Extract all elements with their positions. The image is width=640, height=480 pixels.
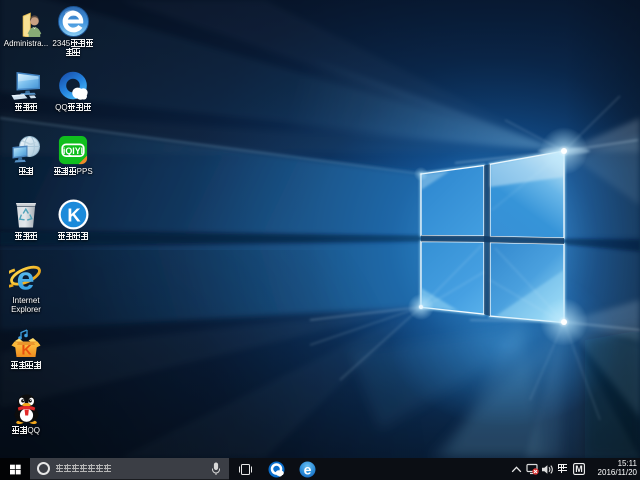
svg-text:iQIYI: iQIYI (63, 146, 83, 156)
svg-text:K: K (67, 204, 81, 225)
svg-text:e: e (17, 262, 35, 294)
svg-text:M: M (575, 464, 583, 474)
svg-text:K: K (21, 342, 31, 358)
svg-text:e: e (303, 461, 311, 477)
